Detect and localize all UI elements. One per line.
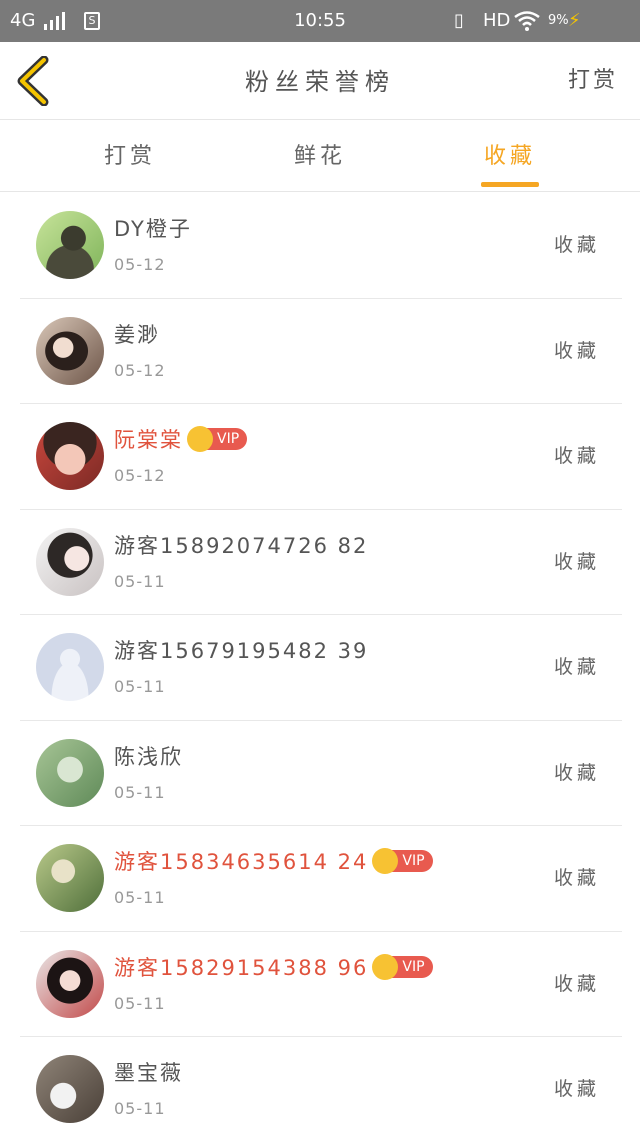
fan-date: 05-11 [114,782,166,802]
page-title: 粉丝荣誉榜 [245,68,395,96]
fan-date: 05-11 [114,888,166,907]
fan-date: 05-11 [114,993,166,1013]
avatar[interactable] [36,844,104,912]
fan-name: DY橙子 [114,217,192,241]
fan-date: 05-12 [114,255,166,274]
status-bar: 4G S 10:55 ▯ HD 9% ⚡ [0,0,640,42]
fan-name-text: 游客15834635614 24 [114,850,369,874]
fan-date: 05-12 [114,466,166,485]
tab-reward[interactable]: 打赏 [80,138,180,170]
avatar[interactable] [36,738,104,807]
fan-name: 游客15679195482 39 [114,639,369,663]
list-item[interactable]: 姜渺 05-12 收藏 [0,299,640,405]
avatar[interactable] [36,316,104,385]
vip-badge: VIP [372,848,433,874]
active-tab-indicator [481,182,539,187]
fan-name-text: 游客15829154388 96 [114,955,369,980]
nav-bar: 粉丝荣誉榜 打赏 [0,42,640,120]
action-label: 收藏 [553,972,600,995]
fan-name: 墨宝薇 [114,1061,183,1085]
fan-date: 05-11 [114,571,166,591]
clock: 10:55 [294,10,346,31]
action-label: 收藏 [553,339,600,362]
list-item[interactable]: 游客15679195482 39 05-11 收藏 [0,615,640,721]
list-item[interactable]: DY橙子 05-12 收藏 [0,193,640,299]
crown-icon [372,953,399,980]
action-label: 收藏 [553,234,600,256]
wifi-icon [514,11,540,31]
fan-date: 05-11 [114,677,166,696]
fan-name-text: 阮棠棠 [114,428,183,452]
action-label: 收藏 [553,867,600,889]
fan-name: 游客15892074726 82 [114,533,369,558]
action-label: 收藏 [553,656,600,678]
reward-button[interactable]: 打赏 [568,62,618,94]
vibrate-icon: ▯ [454,10,464,31]
list-item[interactable]: 阮棠棠 VIP 05-12 收藏 [0,404,640,510]
crown-icon [187,426,213,452]
vip-label: VIP [392,955,433,978]
vip-label: VIP [207,428,248,450]
avatar[interactable] [36,211,104,279]
fan-name: 陈浅欣 [114,744,183,769]
avatar[interactable] [36,527,104,596]
avatar[interactable] [36,422,104,490]
fan-list: DY橙子 05-12 收藏 姜渺 05-12 收藏 阮棠棠 VIP 05-12 … [0,193,640,1138]
tab-favorites[interactable]: 收藏 [460,138,560,170]
avatar[interactable] [36,633,104,701]
charging-icon: ⚡ [568,10,581,31]
vip-badge: VIP [187,426,248,452]
list-item[interactable]: 游客15892074726 82 05-11 收藏 [0,510,640,616]
action-label: 收藏 [553,761,600,784]
list-item[interactable]: 游客15834635614 24 VIP 05-11 收藏 [0,826,640,932]
fan-name: 游客15829154388 96 VIP [114,952,433,982]
fan-name: 游客15834635614 24 VIP [114,846,433,876]
fan-date: 05-12 [114,360,166,380]
hd-indicator: HD [483,10,511,31]
avatar[interactable] [36,1055,104,1123]
action-label: 收藏 [553,550,600,573]
vip-badge: VIP [372,953,433,980]
action-label: 收藏 [553,445,600,467]
avatar[interactable] [36,949,104,1018]
tab-flowers[interactable]: 鲜花 [270,138,370,170]
battery-level: 9% [548,13,569,28]
list-item[interactable]: 游客15829154388 96 VIP 05-11 收藏 [0,932,640,1038]
list-item[interactable]: 墨宝薇 05-11 收藏 [0,1037,640,1138]
action-label: 收藏 [553,1078,600,1100]
vip-label: VIP [392,850,433,872]
fan-name: 阮棠棠 VIP [114,424,248,454]
fan-name: 姜渺 [114,322,160,347]
fan-date: 05-11 [114,1099,166,1118]
tab-bar: 打赏 鲜花 收藏 [0,120,640,192]
list-item[interactable]: 陈浅欣 05-11 收藏 [0,721,640,827]
